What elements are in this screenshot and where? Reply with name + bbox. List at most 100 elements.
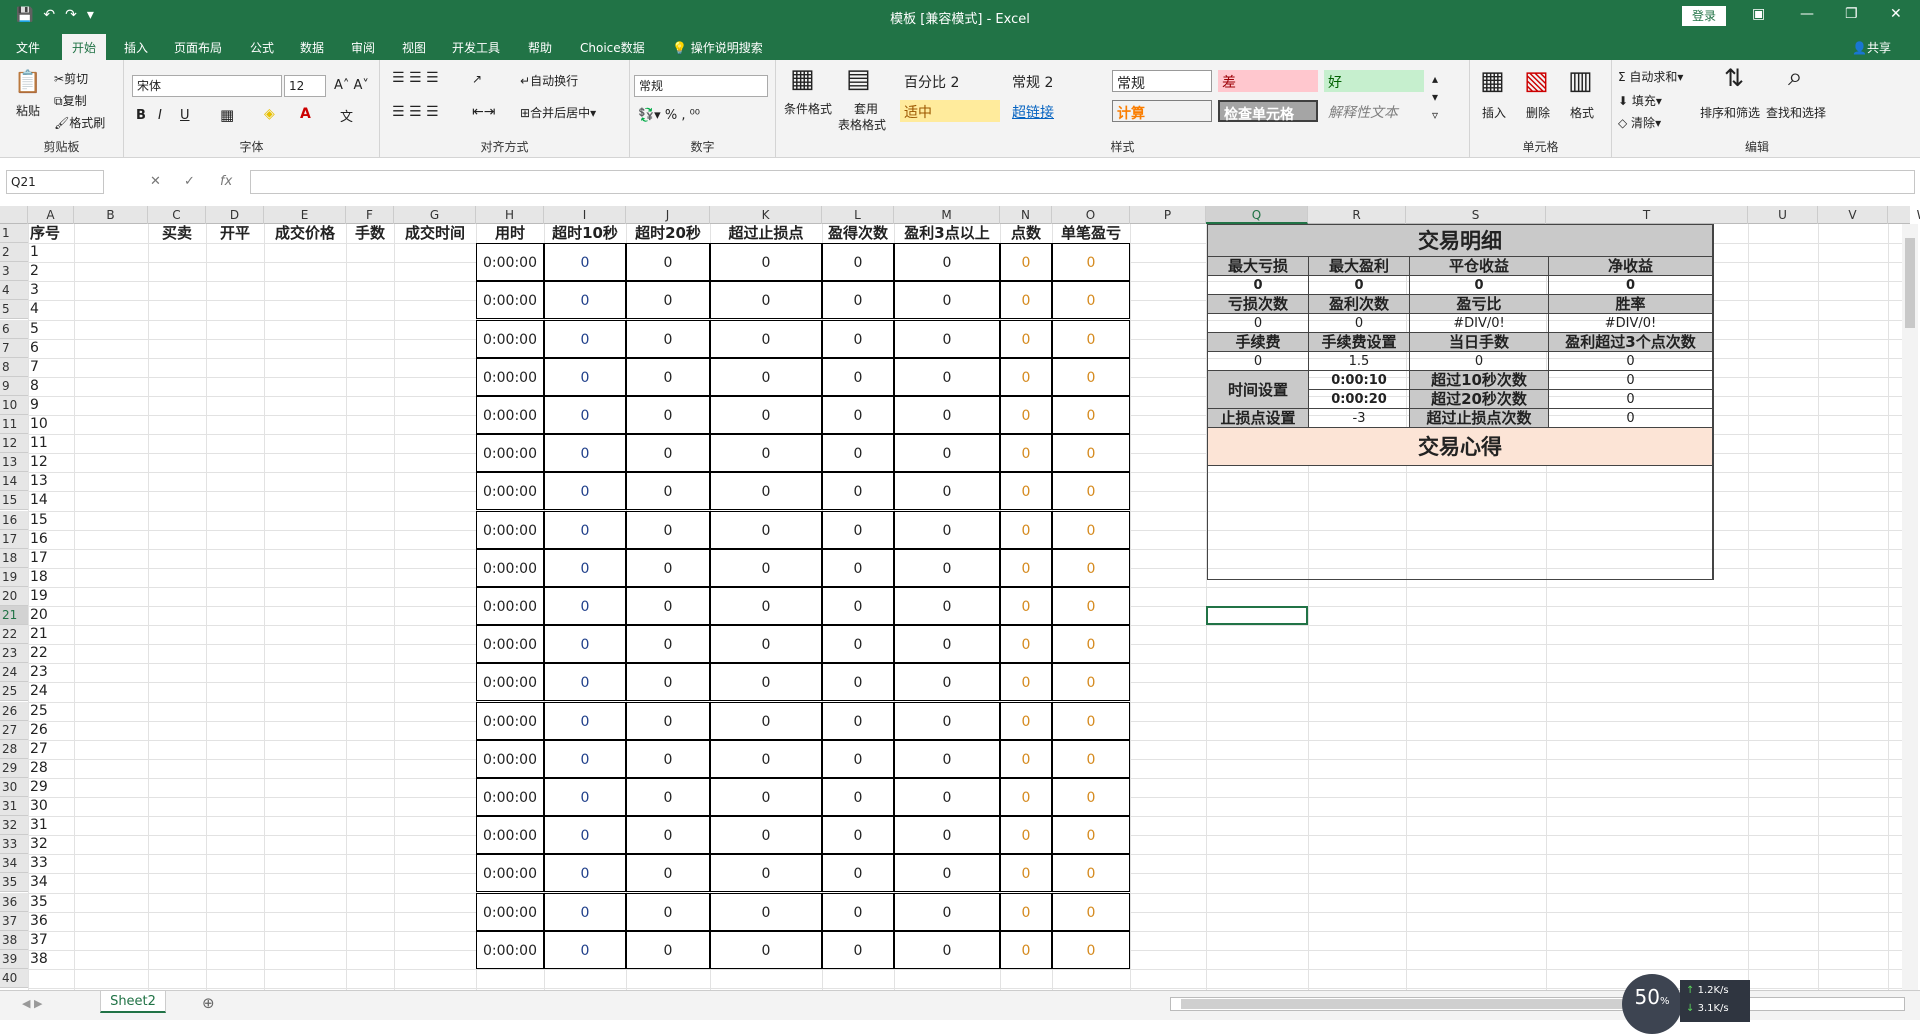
conditional-format-button[interactable]: 条件格式 bbox=[784, 100, 832, 117]
calc-cell[interactable]: 0 bbox=[822, 472, 894, 511]
horizontal-scroll-thumb[interactable] bbox=[1181, 999, 1661, 1009]
font-name-select[interactable]: 宋体 bbox=[132, 75, 282, 97]
calc-cell[interactable]: 0 bbox=[544, 281, 626, 320]
calc-cell[interactable]: 0 bbox=[544, 434, 626, 473]
calc-cell[interactable]: 0 bbox=[822, 777, 894, 817]
bold-button[interactable]: B bbox=[136, 108, 146, 123]
indent-icons[interactable]: ⇤⇥ bbox=[472, 104, 495, 120]
row-header[interactable]: 17 bbox=[0, 529, 28, 549]
calc-cell[interactable]: 0 bbox=[822, 586, 894, 626]
login-button[interactable]: 登录 bbox=[1682, 6, 1726, 26]
trade-detail-panel[interactable]: 交易明细 最大亏损 最大盈利 平仓收益 净收益 0 0 0 0 亏损次数 盈利次数 盈亏比 胜率 0 0 #D… bbox=[1207, 224, 1714, 580]
calc-cell[interactable]: 0 bbox=[710, 357, 822, 396]
calc-cell[interactable]: 0 bbox=[1052, 930, 1130, 969]
header-cell-0[interactable]: 序号 bbox=[28, 224, 74, 243]
seq-cell[interactable]: 6 bbox=[30, 339, 74, 358]
calc-cell[interactable]: 0 bbox=[1052, 243, 1130, 282]
calc-cell[interactable]: 0 bbox=[1052, 319, 1130, 358]
calc-cell[interactable]: 0:00:00 bbox=[476, 395, 544, 435]
seq-cell[interactable]: 4 bbox=[30, 300, 74, 319]
seq-cell[interactable]: 8 bbox=[30, 377, 74, 396]
calc-cell[interactable]: 0 bbox=[710, 319, 822, 358]
seq-cell[interactable]: 13 bbox=[30, 472, 74, 491]
calc-cell[interactable]: 0 bbox=[894, 854, 1000, 893]
find-select-button[interactable]: 查找和选择 bbox=[1766, 104, 1826, 121]
calc-cell[interactable]: 0 bbox=[710, 472, 822, 511]
tab-choice[interactable]: Choice数据 bbox=[580, 39, 645, 56]
calc-cell[interactable]: 0 bbox=[626, 854, 710, 893]
seq-cell[interactable]: 17 bbox=[30, 549, 74, 568]
calc-cell[interactable]: 0 bbox=[544, 892, 626, 931]
panel-cell[interactable]: 盈利次数 bbox=[1309, 295, 1410, 314]
calc-cell[interactable]: 0 bbox=[626, 472, 710, 511]
find-select-icon[interactable]: ⌕ bbox=[1788, 62, 1803, 93]
calc-cell[interactable]: 0 bbox=[544, 816, 626, 855]
fill-color-icon[interactable]: ◈ bbox=[264, 106, 275, 122]
enter-icon[interactable]: ✓ bbox=[184, 174, 195, 189]
style-good[interactable]: 好 bbox=[1324, 70, 1424, 92]
calc-cell[interactable]: 0 bbox=[894, 892, 1000, 931]
conditional-format-icon[interactable]: ▦ bbox=[790, 64, 815, 94]
delete-cells-button[interactable]: 删除 bbox=[1526, 104, 1550, 121]
calc-cell[interactable]: 0 bbox=[626, 510, 710, 549]
calc-cell[interactable]: 0 bbox=[894, 357, 1000, 396]
font-grow-shrink[interactable]: A˄ A˅ bbox=[334, 78, 369, 93]
calc-cell[interactable]: 0 bbox=[894, 777, 1000, 817]
calc-cell[interactable]: 0 bbox=[1052, 434, 1130, 473]
seq-cell[interactable]: 33 bbox=[30, 854, 74, 873]
calc-cell[interactable]: 0 bbox=[626, 434, 710, 473]
calc-cell[interactable]: 0 bbox=[710, 739, 822, 778]
style-normal2[interactable]: 常规 2 bbox=[1008, 70, 1108, 92]
calc-cell[interactable]: 0 bbox=[544, 357, 626, 396]
row-header[interactable]: 24 bbox=[0, 663, 28, 683]
seq-cell[interactable]: 21 bbox=[30, 625, 74, 644]
row-header[interactable]: 33 bbox=[0, 835, 28, 855]
format-cells-icon[interactable]: ▥ bbox=[1568, 66, 1593, 96]
calc-cell[interactable]: 0 bbox=[1000, 281, 1052, 320]
calc-cell[interactable]: 0 bbox=[894, 625, 1000, 664]
calc-cell[interactable]: 0 bbox=[822, 395, 894, 435]
row-header[interactable]: 6 bbox=[0, 319, 28, 339]
style-explanatory[interactable]: 解释性文本 bbox=[1324, 100, 1424, 122]
number-format-select[interactable]: 常规 bbox=[634, 75, 768, 97]
paste-button[interactable]: 粘贴 bbox=[16, 102, 40, 119]
notes-area[interactable] bbox=[1208, 466, 1713, 579]
row-header[interactable]: 25 bbox=[0, 682, 28, 702]
seq-cell[interactable]: 15 bbox=[30, 511, 74, 530]
tab-formulas[interactable]: 公式 bbox=[250, 39, 274, 56]
calc-cell[interactable]: 0 bbox=[1000, 395, 1052, 435]
calc-cell[interactable]: 0 bbox=[822, 548, 894, 587]
calc-cell[interactable]: 0:00:00 bbox=[476, 510, 544, 549]
table-format-line2[interactable]: 表格格式 bbox=[838, 116, 886, 133]
row-header[interactable]: 5 bbox=[0, 300, 28, 320]
calc-cell[interactable]: 0 bbox=[710, 930, 822, 969]
row-header[interactable]: 20 bbox=[0, 586, 28, 606]
autosum-button[interactable]: Σ 自动求和▾ bbox=[1618, 68, 1683, 85]
seq-cell[interactable]: 1 bbox=[30, 243, 74, 262]
over-20s-value[interactable]: 0 bbox=[1549, 390, 1713, 409]
calc-cell[interactable]: 0 bbox=[544, 739, 626, 778]
maximize-icon[interactable]: ❐ bbox=[1845, 6, 1858, 22]
paste-icon[interactable]: 📋 bbox=[14, 70, 41, 95]
calc-cell[interactable]: 0 bbox=[894, 739, 1000, 778]
stop-loss-value[interactable]: -3 bbox=[1309, 409, 1410, 428]
horizontal-scrollbar[interactable] bbox=[1170, 997, 1905, 1011]
wrap-text-button[interactable]: ↵自动换行 bbox=[520, 72, 578, 89]
calc-cell[interactable]: 0 bbox=[1052, 701, 1130, 740]
calc-cell[interactable]: 0 bbox=[710, 548, 822, 587]
seq-cell[interactable]: 9 bbox=[30, 396, 74, 415]
seq-cell[interactable]: 24 bbox=[30, 682, 74, 701]
panel-cell[interactable]: 0 bbox=[1208, 314, 1309, 333]
calc-cell[interactable]: 0 bbox=[626, 281, 710, 320]
calc-cell[interactable]: 0:00:00 bbox=[476, 357, 544, 396]
seq-cell[interactable]: 27 bbox=[30, 740, 74, 759]
calc-cell[interactable]: 0:00:00 bbox=[476, 243, 544, 282]
calc-cell[interactable]: 0 bbox=[822, 281, 894, 320]
calc-cell[interactable]: 0 bbox=[1000, 930, 1052, 969]
calc-cell[interactable]: 0 bbox=[894, 395, 1000, 435]
tell-me-search[interactable]: 💡 操作说明搜索 bbox=[672, 39, 763, 56]
underline-button[interactable]: U bbox=[180, 108, 190, 123]
column-header-c[interactable]: C bbox=[148, 206, 206, 224]
over-10s-value[interactable]: 0 bbox=[1549, 371, 1713, 390]
style-check-cell[interactable]: 检查单元格 bbox=[1218, 100, 1318, 123]
